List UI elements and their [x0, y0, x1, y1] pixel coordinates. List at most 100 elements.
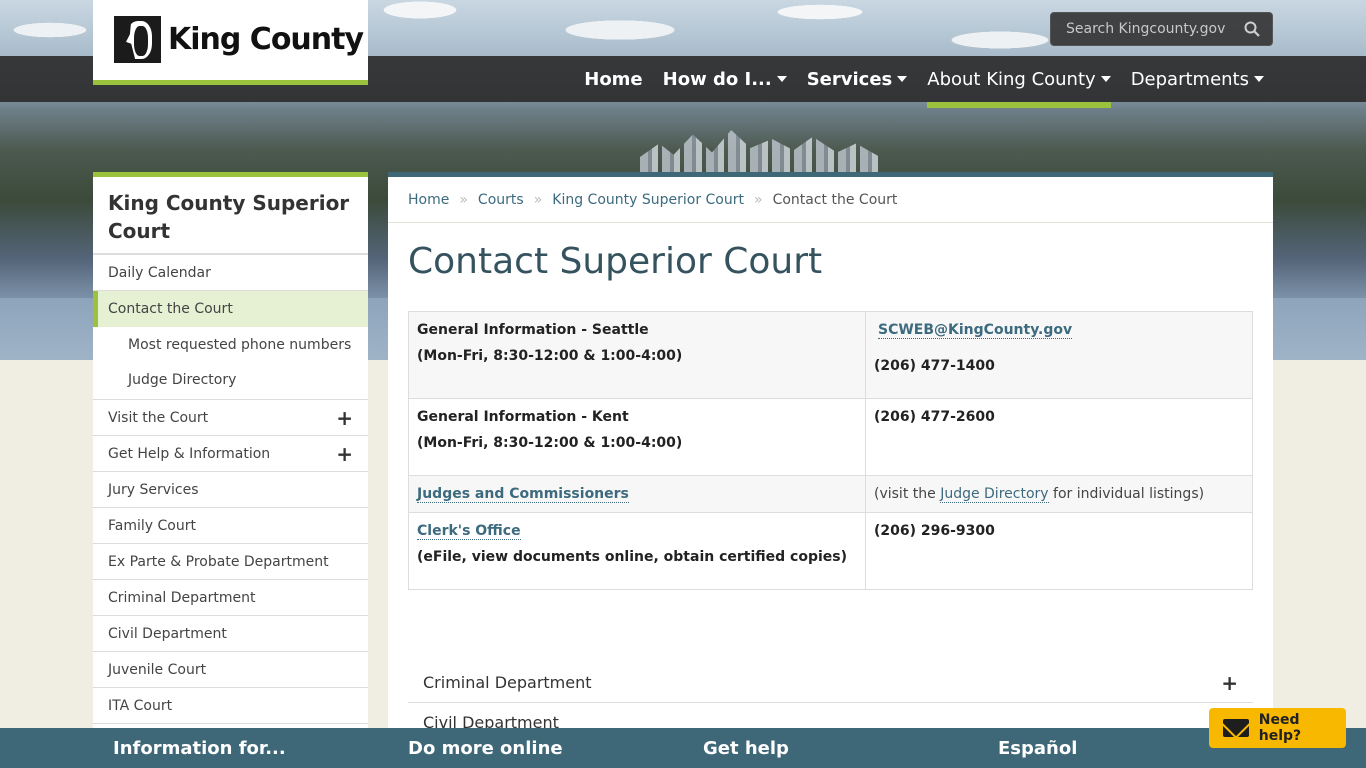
- table-cell: General Information - Seattle (Mon-Fri, …: [408, 311, 866, 399]
- need-help-button[interactable]: Need help?: [1209, 708, 1346, 748]
- footer-espanol[interactable]: Español: [998, 728, 1077, 768]
- sidebar-item-jury-services[interactable]: Jury Services: [93, 472, 368, 508]
- seattle-phone: (206) 477-1400: [874, 358, 995, 374]
- accordion-civil[interactable]: Civil Department +: [408, 703, 1253, 729]
- page-title: Contact Superior Court: [408, 241, 823, 282]
- main-nav: Home How do I... Services About King Cou…: [574, 56, 1274, 108]
- breadcrumb-current: Contact the Court: [772, 191, 898, 208]
- judges-note-pre: (visit the: [874, 486, 941, 502]
- table-cell: General Information - Kent (Mon-Fri, 8:3…: [408, 398, 866, 476]
- king-county-logo-icon: [114, 16, 161, 63]
- seattle-label: General Information - Seattle: [417, 322, 649, 338]
- nav-departments[interactable]: Departments: [1121, 56, 1274, 102]
- logo-face-shadow: [134, 26, 148, 56]
- accordion-label: Criminal Department: [423, 673, 592, 692]
- sidebar-item-visit-the-court[interactable]: Visit the Court +: [93, 400, 368, 436]
- table-cell: (206) 477-2600: [865, 398, 1253, 476]
- sidebar-item-label: Most requested phone numbers: [128, 336, 352, 353]
- expand-plus-icon[interactable]: +: [336, 442, 353, 466]
- table-cell: Clerk's Office (eFile, view documents on…: [408, 512, 866, 590]
- breadcrumb-separator-icon: »: [754, 191, 763, 208]
- nav-about-label: About King County: [927, 68, 1096, 90]
- caret-down-icon: [897, 76, 908, 82]
- sidebar-item-civil[interactable]: Civil Department: [93, 616, 368, 652]
- accordion-criminal[interactable]: Criminal Department +: [408, 663, 1253, 703]
- table-cell: (visit the Judge Directory for individua…: [865, 475, 1253, 513]
- footer-do-more-online[interactable]: Do more online: [408, 728, 563, 768]
- caret-down-icon: [776, 76, 787, 82]
- nav-how-label: How do I...: [662, 68, 772, 90]
- sidebar-item-label: Contact the Court: [108, 301, 233, 317]
- sidebar-item-ex-parte[interactable]: Ex Parte & Probate Department: [93, 544, 368, 580]
- expand-plus-icon[interactable]: +: [1221, 671, 1238, 695]
- sidebar-item-family-court[interactable]: Family Court: [93, 508, 368, 544]
- table-cell: Judges and Commissioners: [408, 475, 866, 513]
- sidebar-item-ita-court[interactable]: ITA Court: [93, 688, 368, 724]
- site-search: [1050, 12, 1273, 46]
- sidebar-item-criminal[interactable]: Criminal Department: [93, 580, 368, 616]
- hero-skyline: [640, 130, 880, 175]
- sidebar-item-label: ITA Court: [108, 697, 173, 714]
- sidebar-item-label: Get Help & Information: [108, 445, 271, 462]
- main-content: Home » Courts » King County Superior Cou…: [388, 172, 1273, 728]
- nav-departments-label: Departments: [1130, 68, 1249, 90]
- accordion-label: Civil Department: [423, 713, 559, 728]
- sidebar-item-daily-calendar[interactable]: Daily Calendar: [93, 255, 368, 291]
- sidebar-item-juvenile[interactable]: Juvenile Court: [93, 652, 368, 688]
- breadcrumb-courts[interactable]: Courts: [478, 192, 524, 208]
- need-help-label: Need help?: [1258, 712, 1302, 744]
- kent-phone: (206) 477-2600: [874, 409, 995, 425]
- sidebar-item-get-help[interactable]: Get Help & Information +: [93, 436, 368, 472]
- sidebar-item-label: Family Court: [108, 517, 196, 534]
- breadcrumb-separator-icon: »: [459, 191, 468, 208]
- judges-link[interactable]: Judges and Commissioners: [417, 486, 629, 503]
- email-link[interactable]: SCWEB@KingCounty.gov: [878, 322, 1073, 339]
- sidebar-item-label: Judge Directory: [128, 371, 237, 388]
- clerks-office-link[interactable]: Clerk's Office: [417, 523, 521, 540]
- breadcrumb-home[interactable]: Home: [408, 192, 449, 208]
- sidebar-item-label: Daily Calendar: [108, 264, 211, 281]
- sidebar-item-contact-the-court[interactable]: Contact the Court: [93, 291, 368, 327]
- table-row: General Information - Kent (Mon-Fri, 8:3…: [408, 398, 1253, 476]
- nav-home-label: Home: [584, 68, 643, 90]
- sidebar-item-label: Ex Parte & Probate Department: [108, 553, 329, 570]
- sidebar-item-label: Visit the Court: [108, 409, 209, 426]
- kent-hours: (Mon-Fri, 8:30-12:00 & 1:00-4:00): [417, 435, 683, 451]
- breadcrumb: Home » Courts » King County Superior Cou…: [388, 177, 1273, 223]
- breadcrumb-superior-court[interactable]: King County Superior Court: [552, 192, 744, 208]
- sidebar-item-label: Juvenile Court: [108, 661, 207, 678]
- table-row: Judges and Commissioners (visit the Judg…: [408, 475, 1253, 513]
- table-cell: SCWEB@KingCounty.gov (206) 477-1400: [865, 311, 1253, 399]
- table-row: General Information - Seattle (Mon-Fri, …: [408, 311, 1253, 399]
- nav-how-do-i[interactable]: How do I...: [653, 56, 797, 102]
- search-icon[interactable]: [1244, 21, 1260, 37]
- clerks-desc: (eFile, view documents online, obtain ce…: [417, 549, 848, 565]
- footer-get-help[interactable]: Get help: [703, 728, 789, 768]
- judge-directory-link[interactable]: Judge Directory: [940, 486, 1049, 503]
- sidebar-subitem-phone-numbers[interactable]: Most requested phone numbers: [93, 327, 368, 362]
- footer-bar: Information for... Do more online Get he…: [0, 728, 1366, 768]
- site-logo[interactable]: King County: [93, 0, 368, 85]
- envelope-icon: [1223, 719, 1249, 737]
- sidebar-subitems: Most requested phone numbers Judge Direc…: [93, 327, 368, 400]
- nav-about[interactable]: About King County: [917, 56, 1120, 108]
- kent-label: General Information - Kent: [417, 409, 629, 425]
- seattle-hours: (Mon-Fri, 8:30-12:00 & 1:00-4:00): [417, 348, 683, 364]
- logo-wordmark: King County: [168, 22, 364, 57]
- nav-services-label: Services: [806, 68, 893, 90]
- sidebar-item-label: Criminal Department: [108, 589, 256, 606]
- expand-plus-icon[interactable]: +: [336, 406, 353, 430]
- judges-note-post: for individual listings): [1048, 486, 1205, 502]
- table-row: Clerk's Office (eFile, view documents on…: [408, 512, 1253, 590]
- clerks-phone: (206) 296-9300: [874, 523, 995, 539]
- footer-information-for[interactable]: Information for...: [113, 728, 286, 768]
- sidebar-title[interactable]: King County Superior Court: [93, 177, 368, 255]
- sidebar-subitem-judge-directory[interactable]: Judge Directory: [93, 362, 368, 397]
- nav-home[interactable]: Home: [574, 56, 652, 102]
- nav-services[interactable]: Services: [797, 56, 918, 102]
- breadcrumb-separator-icon: »: [533, 191, 543, 208]
- sidebar-nav: King County Superior Court Daily Calenda…: [93, 172, 368, 728]
- caret-down-icon: [1254, 76, 1264, 82]
- search-input[interactable]: [1051, 13, 1241, 45]
- sidebar-item-label: Jury Services: [108, 481, 199, 498]
